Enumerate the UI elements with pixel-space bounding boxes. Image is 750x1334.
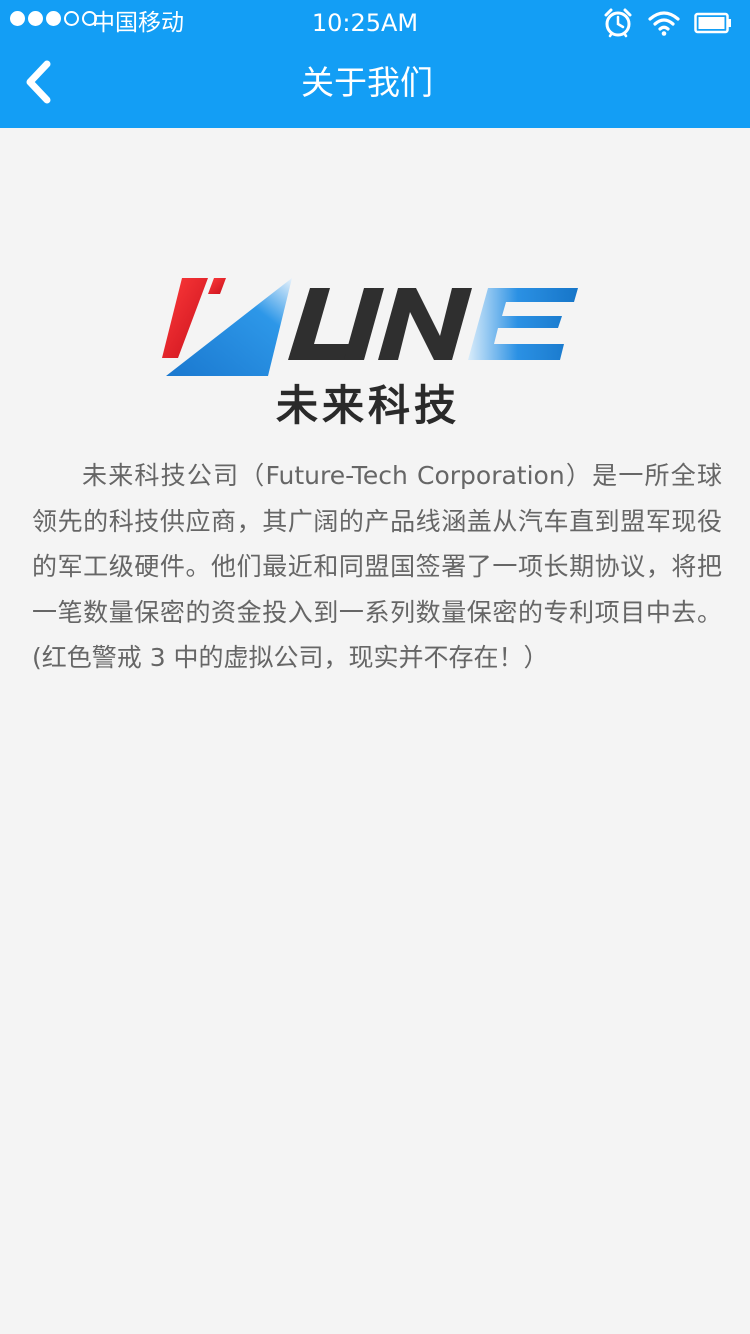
page-title: 关于我们 <box>301 63 433 102</box>
company-description: 未来科技公司（Future-Tech Corporation）是一所全球领先的科… <box>32 461 722 673</box>
company-logo: 未来科技 <box>160 268 590 438</box>
battery-icon <box>694 12 732 34</box>
about-content: 未来科技 未来科技公司（Future-Tech Corporation）是一所全… <box>0 128 750 1334</box>
vline-logo-mark <box>162 278 578 376</box>
status-icons <box>602 7 732 39</box>
wifi-icon <box>648 10 680 36</box>
logo-subtitle: 未来科技 <box>275 381 460 430</box>
navigation-bar: 关于我们 <box>0 46 750 128</box>
alarm-icon <box>602 7 634 39</box>
status-bar: 中国移动 10:25AM <box>0 0 750 46</box>
top-bar: 中国移动 10:25AM 关于我们 <box>0 0 750 128</box>
